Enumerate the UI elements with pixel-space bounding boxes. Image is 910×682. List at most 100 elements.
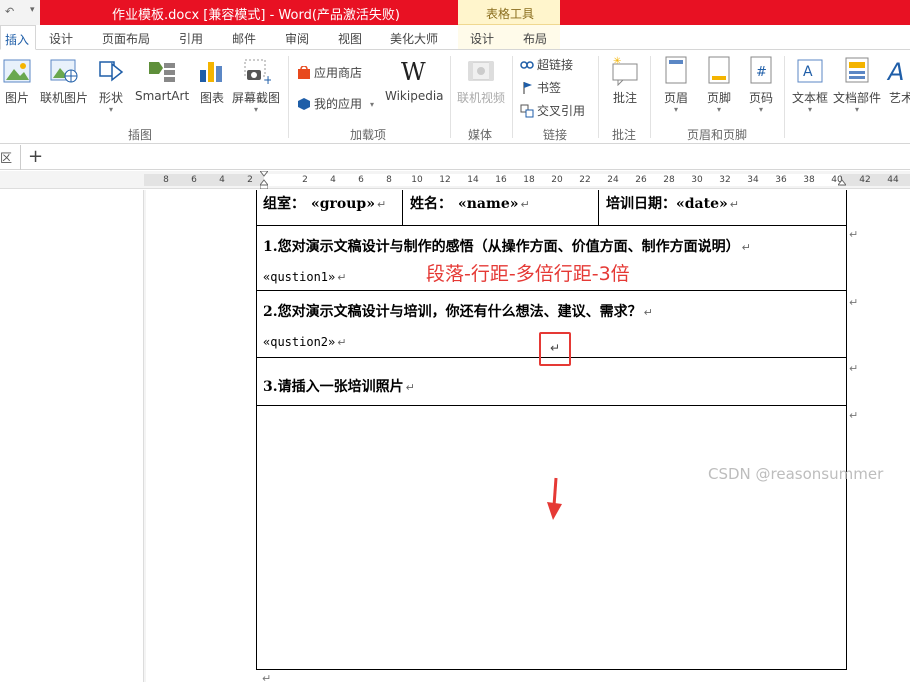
ruler-number: 30 bbox=[691, 175, 703, 185]
separator bbox=[650, 56, 651, 138]
my-apps-button[interactable]: 我的应用 ▾ bbox=[297, 95, 374, 112]
col-divider bbox=[402, 190, 403, 225]
tab-meihua[interactable]: 美化大师 bbox=[390, 30, 438, 47]
camera-icon: + bbox=[241, 54, 273, 87]
header-label: 页眉 bbox=[663, 91, 688, 105]
group-addins: 加载项 bbox=[350, 128, 387, 142]
tab-insert[interactable]: 插入 bbox=[0, 25, 37, 50]
online-picture-label: 联机图片 bbox=[40, 91, 89, 105]
highlight-box: ↵ bbox=[539, 332, 571, 366]
ruler-number: 2 bbox=[302, 175, 308, 185]
indent-marker-icon[interactable] bbox=[258, 170, 270, 190]
separator bbox=[598, 56, 599, 138]
tab-view[interactable]: 视图 bbox=[338, 30, 362, 47]
question2-title[interactable]: 2.您对演示文稿设计与培训，你还有什么想法、建议、需求？ ↵ bbox=[263, 301, 653, 321]
doc-tab-label[interactable]: 区 bbox=[0, 149, 12, 166]
quick-parts-button[interactable]: 文档部件 ▾ bbox=[833, 54, 881, 114]
tab-table-layout[interactable]: 布局 bbox=[523, 30, 547, 47]
tab-page-layout[interactable]: 页面布局 bbox=[102, 30, 150, 47]
tab-design[interactable]: 设计 bbox=[49, 30, 73, 47]
footer-button[interactable]: 页脚 ▾ bbox=[704, 54, 734, 114]
name-cell[interactable]: 姓名： «name» ↵ bbox=[410, 193, 530, 213]
ruler-number: 18 bbox=[523, 175, 535, 185]
svg-text:#: # bbox=[756, 65, 767, 80]
tab-mailings[interactable]: 邮件 bbox=[232, 30, 256, 47]
name-label: 姓名： bbox=[410, 196, 452, 212]
page-number-icon: # bbox=[746, 54, 776, 86]
header-button[interactable]: 页眉 ▾ bbox=[661, 54, 691, 114]
customize-qat-icon[interactable]: ▾ bbox=[30, 5, 35, 15]
group-label: 组室： bbox=[263, 196, 305, 212]
end-of-doc-mark: ↵ bbox=[262, 672, 272, 682]
svg-text:A: A bbox=[803, 64, 813, 80]
comment-icon: ✳ bbox=[610, 54, 640, 87]
shapes-dropdown-icon: ▾ bbox=[108, 105, 113, 114]
annotation-arrow-icon bbox=[547, 477, 562, 520]
chart-button[interactable]: 图表 bbox=[197, 54, 227, 106]
row-divider bbox=[256, 290, 847, 291]
screenshot-button[interactable]: + 屏幕截图 ▾ bbox=[232, 54, 280, 114]
new-tab-icon[interactable]: + bbox=[28, 146, 43, 167]
wordart-button[interactable]: A 艺术 bbox=[886, 54, 910, 106]
date-label: 培训日期： bbox=[606, 196, 676, 212]
horizontal-ruler[interactable]: 8 6 4 2 2 4 6 8 10 12 14 16 18 20 22 24 26 28 30 32 34 36 38 40… bbox=[0, 170, 910, 190]
page-number-button[interactable]: # 页码 ▾ bbox=[746, 54, 776, 114]
paragraph-mark: ↵ bbox=[337, 271, 347, 284]
bookmark-button[interactable]: 书签 bbox=[520, 79, 561, 96]
comment-button[interactable]: ✳ 批注 bbox=[610, 54, 640, 106]
svg-text:A: A bbox=[886, 58, 904, 86]
textbox-button[interactable]: A 文本框 ▾ bbox=[792, 54, 828, 114]
question2-merge-field[interactable]: «qustion2» ↵ bbox=[263, 335, 346, 349]
row-divider bbox=[256, 405, 847, 406]
table-tools-context: 表格工具 bbox=[458, 0, 560, 25]
wikipedia-button[interactable]: W Wikipedia bbox=[385, 54, 444, 103]
svg-text:✳: ✳ bbox=[613, 56, 621, 67]
question1-title[interactable]: 1.您对演示文稿设计与制作的感悟（从操作方面、价值方面、制作方面说明） ↵ bbox=[263, 236, 751, 256]
my-apps-dropdown-icon: ▾ bbox=[370, 100, 375, 109]
group-cell[interactable]: 组室： «group» ↵ bbox=[263, 193, 386, 213]
online-video-button[interactable]: 联机视频 bbox=[457, 54, 505, 106]
textbox-icon: A bbox=[795, 54, 825, 86]
tab-table-design[interactable]: 设计 bbox=[470, 30, 494, 47]
svg-text:+: + bbox=[263, 73, 271, 86]
smartart-button[interactable]: SmartArt bbox=[135, 54, 189, 103]
tab-references[interactable]: 引用 bbox=[179, 30, 203, 47]
ruler-number: 12 bbox=[439, 175, 451, 185]
footer-label: 页脚 bbox=[706, 91, 731, 105]
store-button[interactable]: 应用商店 bbox=[297, 64, 362, 81]
link-icon bbox=[520, 58, 534, 72]
picture-icon bbox=[2, 54, 32, 86]
question3-title[interactable]: 3.请插入一张培训照片 ↵ bbox=[263, 376, 415, 396]
date-merge-field: «date» bbox=[676, 196, 728, 212]
undo-icon[interactable]: ↶ bbox=[5, 5, 14, 18]
picture-button[interactable]: 图片 bbox=[2, 54, 32, 106]
document-tab-strip: 区 + bbox=[0, 145, 910, 170]
separator bbox=[288, 56, 289, 138]
ruler-number: 6 bbox=[191, 175, 197, 185]
ruler-number: 8 bbox=[386, 175, 392, 185]
online-picture-button[interactable]: 联机图片 bbox=[40, 54, 88, 106]
date-cell[interactable]: 培训日期：«date» ↵ bbox=[606, 193, 739, 213]
right-indent-marker-icon[interactable] bbox=[836, 171, 848, 189]
shapes-button[interactable]: 形状 ▾ bbox=[96, 54, 126, 114]
end-of-row-mark: ↵ bbox=[849, 228, 859, 241]
ruler-number: 10 bbox=[411, 175, 423, 185]
paragraph-mark: ↵ bbox=[376, 198, 387, 211]
table-border-right bbox=[846, 190, 847, 670]
ruler-number: 22 bbox=[579, 175, 591, 185]
paragraph-mark[interactable]: ↵ bbox=[550, 341, 560, 355]
hyperlink-button[interactable]: 超链接 bbox=[520, 56, 573, 73]
shapes-icon bbox=[96, 54, 126, 86]
window-title: 作业模板.docx [兼容模式] - Word(产品激活失败) bbox=[112, 8, 400, 23]
ruler-number: 26 bbox=[635, 175, 647, 185]
smartart-icon bbox=[147, 54, 177, 86]
store-label: 应用商店 bbox=[314, 66, 363, 80]
tab-review[interactable]: 审阅 bbox=[285, 30, 309, 47]
wordart-label: 艺术 bbox=[888, 91, 910, 105]
cross-reference-button[interactable]: 交叉引用 bbox=[520, 102, 585, 119]
question1-merge-field[interactable]: «qustion1» ↵ bbox=[263, 270, 346, 284]
chart-icon bbox=[197, 54, 227, 86]
quick-access-toolbar: ↶ ▾ bbox=[0, 0, 40, 25]
navigation-pane bbox=[0, 190, 144, 682]
separator bbox=[450, 56, 451, 138]
